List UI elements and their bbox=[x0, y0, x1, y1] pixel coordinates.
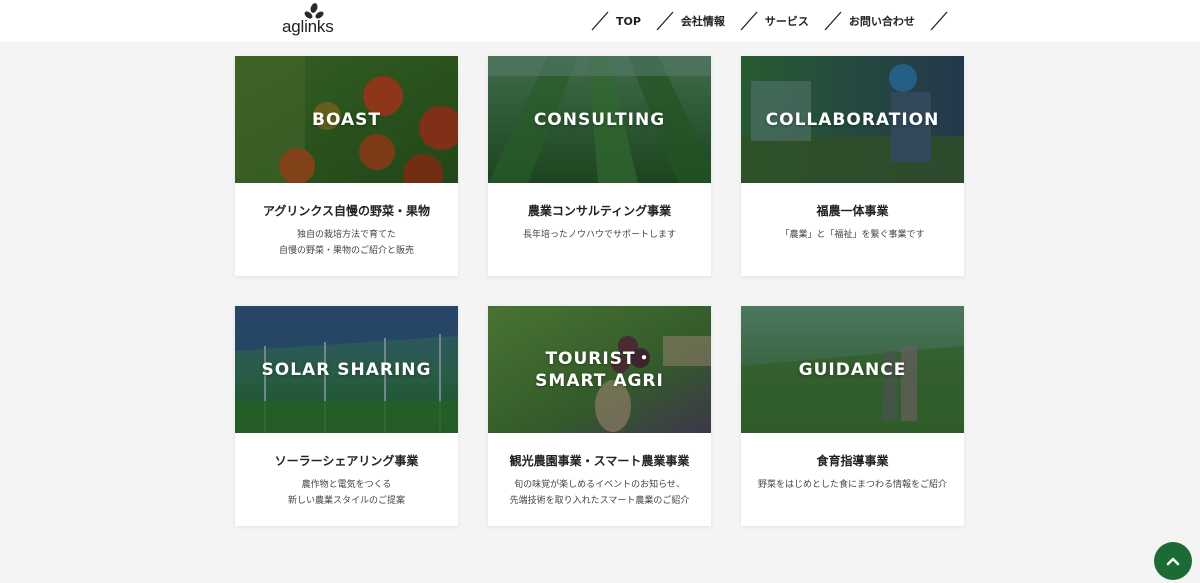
service-image: GUIDANCE bbox=[741, 306, 964, 433]
service-card-boast[interactable]: BOAST アグリンクス自慢の野菜・果物 独自の栽培方法で育てた 自慢の野菜・果… bbox=[235, 56, 458, 276]
service-description: 長年培ったノウハウでサポートします bbox=[522, 230, 676, 240]
service-image-label: BOAST bbox=[312, 109, 381, 130]
service-image-label: GUIDANCE bbox=[798, 359, 907, 380]
chevron-up-icon bbox=[1166, 557, 1180, 566]
service-image-label: CONSULTING bbox=[533, 109, 666, 130]
service-card-solar-sharing[interactable]: SOLAR SHARING ソーラーシェアリング事業 農作物と電気をつくる 新し… bbox=[235, 306, 458, 526]
slash-divider-icon bbox=[740, 11, 758, 31]
nav-item-top[interactable]: TOP bbox=[616, 15, 641, 28]
service-image: CONSULTING bbox=[488, 56, 711, 183]
service-card-tourist-smart-agri[interactable]: TOURIST・ SMART AGRI 観光農園事業・スマート農業事業 旬の味覚… bbox=[488, 306, 711, 526]
service-image: SOLAR SHARING bbox=[235, 306, 458, 433]
slash-divider-icon bbox=[656, 11, 674, 31]
site-header: aglinks TOP 会社情報 サービス お問い合わせ bbox=[0, 0, 1200, 42]
nav-item-company[interactable]: 会社情報 bbox=[681, 13, 725, 29]
service-card-guidance[interactable]: GUIDANCE 食育指導事業 野菜をはじめとした食にまつわる情報をご紹介 bbox=[741, 306, 964, 526]
service-title: 観光農園事業・スマート農業事業 bbox=[509, 454, 690, 468]
service-title: ソーラーシェアリング事業 bbox=[274, 454, 419, 468]
slash-divider-icon bbox=[824, 11, 842, 31]
service-card-collaboration[interactable]: COLLABORATION 福農一体事業 「農業」と「福祉」を繋ぐ事業です bbox=[741, 56, 964, 276]
service-title: 福農一体事業 bbox=[816, 204, 889, 218]
service-title: 農業コンサルティング事業 bbox=[527, 204, 672, 218]
nav-item-contact[interactable]: お問い合わせ bbox=[849, 13, 915, 29]
service-card-consulting[interactable]: CONSULTING 農業コンサルティング事業 長年培ったノウハウでサポートしま… bbox=[488, 56, 711, 276]
service-title: アグリンクス自慢の野菜・果物 bbox=[262, 204, 431, 218]
service-description: 野菜をはじめとした食にまつわる情報をご紹介 bbox=[757, 480, 947, 490]
service-image-label: SOLAR SHARING bbox=[261, 359, 432, 380]
service-description: 独自の栽培方法で育てた 自慢の野菜・果物のご紹介と販売 bbox=[278, 230, 414, 256]
slash-divider-icon bbox=[930, 11, 948, 31]
nav-item-services[interactable]: サービス bbox=[765, 13, 809, 29]
site-logo[interactable]: aglinks bbox=[282, 3, 342, 39]
scroll-to-top-button[interactable] bbox=[1154, 542, 1192, 580]
service-title: 食育指導事業 bbox=[816, 454, 889, 468]
service-description: 「農業」と「福祉」を繋ぐ事業です bbox=[780, 230, 925, 240]
service-description: 旬の味覚が楽しめるイベントのお知らせ、 先端技術を取り入れたスマート農業のご紹介 bbox=[509, 480, 690, 506]
service-image-label: COLLABORATION bbox=[765, 109, 940, 130]
service-image-label: TOURIST・ SMART AGRI bbox=[535, 348, 664, 391]
main-nav: TOP 会社情報 サービス お問い合わせ bbox=[588, 0, 951, 42]
service-image: COLLABORATION bbox=[741, 56, 964, 183]
logo-text: aglinks bbox=[282, 17, 334, 36]
service-image: BOAST bbox=[235, 56, 458, 183]
service-image: TOURIST・ SMART AGRI bbox=[488, 306, 711, 433]
service-description: 農作物と電気をつくる 新しい農業スタイルのご提案 bbox=[287, 480, 405, 506]
slash-divider-icon bbox=[591, 11, 609, 31]
